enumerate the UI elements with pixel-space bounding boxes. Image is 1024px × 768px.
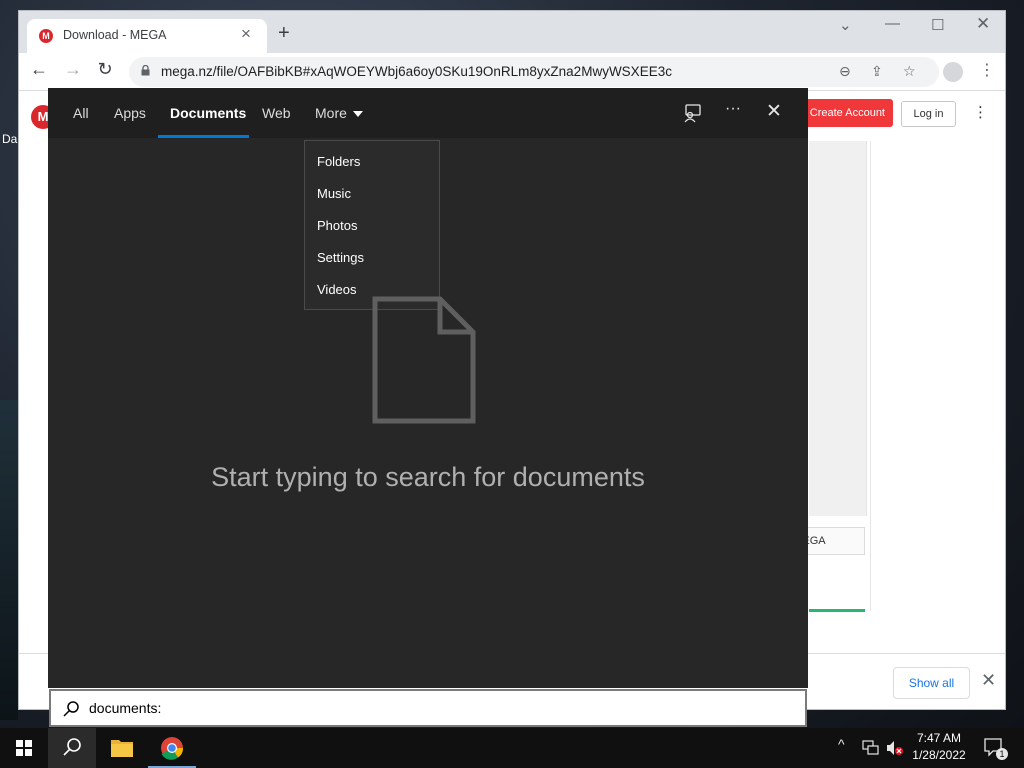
clock-time[interactable]: 7:47 AM — [904, 731, 974, 745]
volume-muted-icon[interactable] — [886, 740, 904, 756]
empty-state-message: Start typing to search for documents — [211, 462, 645, 492]
taskbar-search-button[interactable] — [48, 728, 96, 768]
browser-tab[interactable]: M Download - MEGA × — [27, 19, 267, 53]
maximize-button[interactable]: ☐ — [931, 16, 944, 34]
forward-button[interactable]: → — [61, 59, 85, 80]
menu-item-settings[interactable]: Settings — [317, 250, 364, 265]
tab-close-icon[interactable]: × — [241, 24, 251, 44]
menu-item-folders[interactable]: Folders — [317, 154, 360, 169]
active-tab-indicator — [158, 135, 249, 138]
download-to-mega-button[interactable]: Download to MEGA — [803, 527, 865, 555]
folder-icon — [111, 740, 133, 757]
tab-documents[interactable]: Documents — [170, 105, 246, 121]
feedback-icon[interactable] — [682, 103, 702, 123]
bookmark-star-icon[interactable]: ☆ — [903, 63, 916, 80]
browser-toolbar: ← → ↻ mega.nz/file/OAFBibKB#xAqWOEYWbj6a… — [19, 53, 1005, 91]
desktop-icon-label[interactable]: Da — [2, 132, 17, 146]
address-bar[interactable]: mega.nz/file/OAFBibKB#xAqWOEYWbj6a6oy0SK… — [129, 57, 939, 87]
more-dropdown-caret-icon[interactable] — [353, 111, 363, 117]
menu-item-photos[interactable]: Photos — [317, 218, 357, 233]
back-button[interactable]: ← — [27, 59, 51, 80]
share-icon[interactable]: ⇪ — [871, 63, 883, 80]
file-explorer-button[interactable] — [98, 728, 146, 768]
reload-button[interactable]: ↻ — [93, 59, 117, 80]
start-button[interactable] — [0, 728, 48, 768]
search-filter-bar: All Apps Documents Web More ··· ✕ — [48, 88, 808, 138]
flyout-close-icon[interactable]: ✕ — [766, 100, 782, 123]
search-icon — [63, 701, 79, 717]
windows-logo-icon — [16, 740, 32, 756]
url-text[interactable]: mega.nz/file/OAFBibKB#xAqWOEYWbj6a6oy0SK… — [161, 64, 672, 79]
search-query-text[interactable]: documents: — [89, 700, 161, 716]
new-tab-button[interactable]: + — [278, 23, 290, 43]
chrome-taskbar-button[interactable] — [148, 728, 196, 768]
tab-strip: M Download - MEGA × + ⌄ — ☐ ✕ — [19, 11, 1005, 53]
search-flyout: All Apps Documents Web More ··· ✕ Folder… — [48, 88, 808, 688]
create-account-button[interactable]: Create Account — [802, 99, 893, 127]
minimize-button[interactable]: — — [885, 15, 900, 32]
show-all-button[interactable]: Show all — [893, 667, 970, 699]
close-window-button[interactable]: ✕ — [976, 14, 990, 34]
chrome-menu-icon[interactable]: ⋮ — [979, 60, 995, 80]
log-in-button[interactable]: Log in — [901, 101, 956, 127]
tab-all[interactable]: All — [73, 105, 89, 121]
download-progress-bar — [809, 609, 865, 612]
desktop-wallpaper-fragment — [0, 400, 18, 720]
search-input[interactable]: documents: — [49, 689, 807, 727]
taskbar: ^ 7:47 AM 1/28/2022 1 — [0, 728, 1024, 768]
tab-apps[interactable]: Apps — [114, 105, 146, 121]
clock-date[interactable]: 1/28/2022 — [904, 748, 974, 762]
search-icon — [63, 738, 81, 756]
more-options-icon[interactable]: ··· — [725, 100, 741, 118]
profile-icon[interactable] — [943, 62, 963, 82]
page-menu-icon[interactable]: ⋮ — [973, 103, 988, 121]
notification-count-badge: 1 — [996, 748, 1008, 760]
tab-title: Download - MEGA — [63, 28, 167, 42]
show-hidden-icons-chevron-icon[interactable]: ^ — [838, 736, 845, 752]
download-shelf-close-icon[interactable]: ✕ — [981, 670, 996, 691]
lock-icon — [141, 65, 150, 76]
zoom-out-icon[interactable]: ⊖ — [839, 63, 851, 80]
more-dropdown-menu: Folders Music Photos Settings Videos — [304, 140, 440, 310]
document-placeholder-icon — [372, 296, 476, 424]
tab-more[interactable]: More — [315, 105, 347, 121]
chrome-icon — [161, 737, 184, 760]
tab-search-chevron-icon[interactable]: ⌄ — [839, 16, 852, 34]
menu-item-music[interactable]: Music — [317, 186, 351, 201]
mega-favicon-icon: M — [39, 29, 53, 43]
menu-item-videos[interactable]: Videos — [317, 282, 357, 297]
preview-panel — [809, 141, 867, 516]
network-icon[interactable] — [862, 740, 880, 756]
tab-web[interactable]: Web — [262, 105, 291, 121]
